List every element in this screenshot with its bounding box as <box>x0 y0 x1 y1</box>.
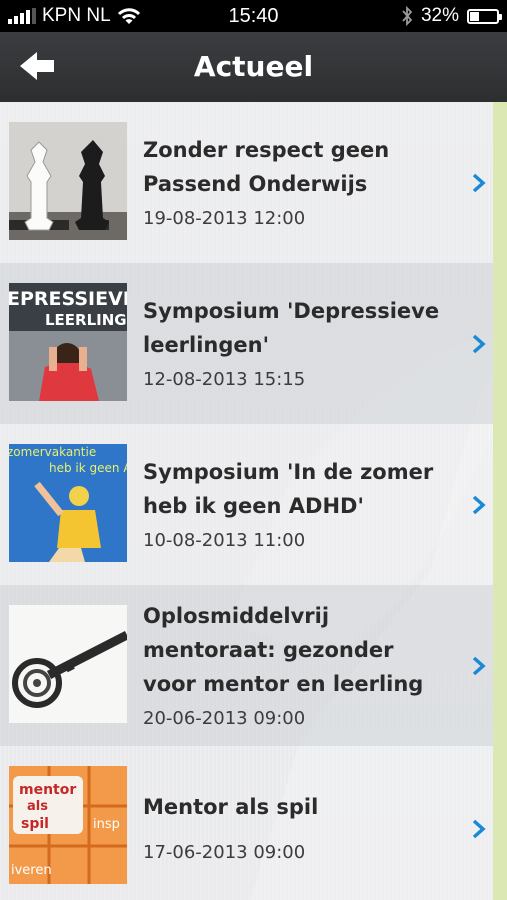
battery-icon <box>467 8 502 24</box>
chevron-right-icon <box>472 819 486 839</box>
news-item[interactable]: zomervakantie heb ik geen A Symposium 'I… <box>0 424 493 585</box>
thumbnail-text: als <box>27 799 48 814</box>
news-date: 12-08-2013 15:15 <box>143 369 306 390</box>
news-item[interactable]: mentor als spil insp iveren Mentor als s… <box>0 746 493 900</box>
news-thumbnail-zomervakantie: zomervakantie heb ik geen A <box>9 444 127 562</box>
thumbnail-text: spil <box>21 816 49 832</box>
thumbnail-text: EPRESSIEVE <box>9 288 127 310</box>
battery-level <box>470 11 479 21</box>
chevron-right-icon <box>472 495 486 515</box>
status-right: 32% <box>401 5 502 27</box>
news-thumbnail-key <box>9 605 127 723</box>
news-date: 17-06-2013 09:00 <box>143 842 306 863</box>
chevron-right-icon <box>472 656 486 676</box>
chevron-right-icon <box>472 334 486 354</box>
news-thumbnail-puzzle: mentor als spil insp iveren <box>9 766 127 884</box>
news-thumbnail-chess <box>9 122 127 240</box>
accent-strip <box>493 102 507 900</box>
news-item[interactable]: EPRESSIEVE LEERLING Symposium 'Depressie… <box>0 263 493 424</box>
news-list[interactable]: Zonder respect geen Passend Onderwijs 19… <box>0 102 507 900</box>
thumbnail-text: iveren <box>11 863 52 878</box>
news-title: Symposium 'Depressieve leerlingen' <box>143 299 440 357</box>
bluetooth-icon <box>402 6 413 26</box>
news-title: Mentor als spil <box>143 795 319 819</box>
news-title: Oplosmiddelvrij mentoraat: gezonder voor… <box>143 604 424 696</box>
news-title: Symposium 'In de zomer heb ik geen ADHD' <box>143 460 434 518</box>
news-item[interactable]: Oplosmiddelvrij mentoraat: gezonder voor… <box>0 585 493 746</box>
news-date: 10-08-2013 11:00 <box>143 530 306 551</box>
battery-percentage: 32% <box>420 5 459 26</box>
news-item[interactable]: Zonder respect geen Passend Onderwijs 19… <box>0 102 493 263</box>
news-date: 20-06-2013 09:00 <box>143 708 306 729</box>
chevron-right-icon <box>472 173 486 193</box>
thumbnail-text: insp <box>93 817 120 832</box>
thumbnail-text: heb ik geen A <box>49 461 127 475</box>
page-title: Actueel <box>193 50 314 83</box>
status-bar: KPN NL 15:40 32% <box>0 0 507 32</box>
thumbnail-text: mentor <box>19 782 76 798</box>
news-thumbnail-depressieve: EPRESSIEVE LEERLING <box>9 283 127 401</box>
news-title: Zonder respect geen Passend Onderwijs <box>143 138 390 196</box>
navigation-bar: Actueel <box>0 32 507 103</box>
thumbnail-text: zomervakantie <box>9 445 96 459</box>
news-date: 19-08-2013 12:00 <box>143 208 306 229</box>
thumbnail-text: LEERLING <box>45 311 127 329</box>
